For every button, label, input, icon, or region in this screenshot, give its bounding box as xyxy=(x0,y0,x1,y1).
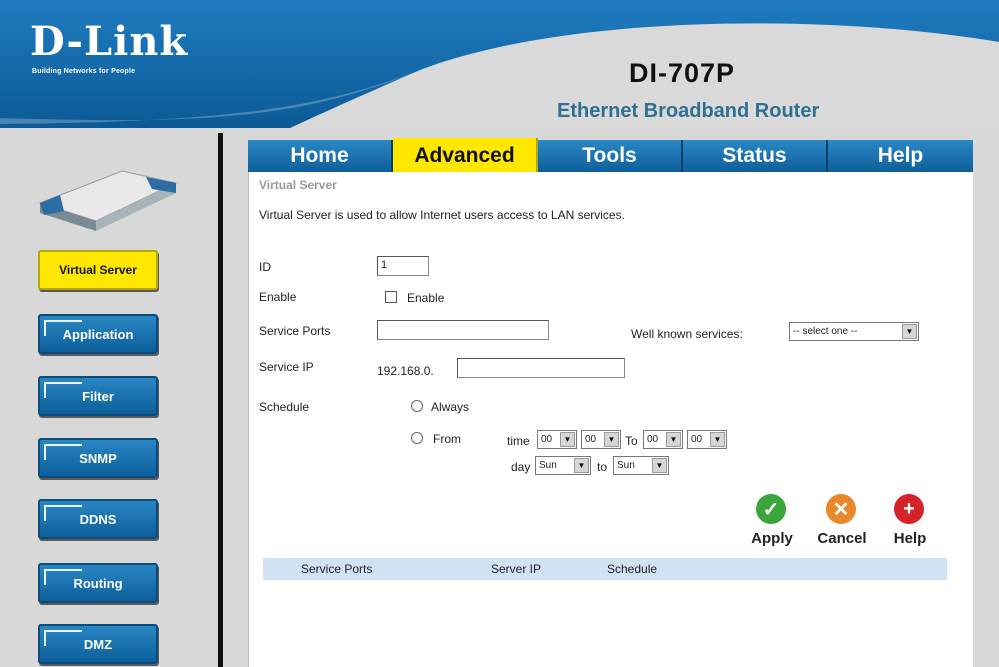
service-ip-prefix: 192.168.0. xyxy=(377,364,434,378)
cancel-button[interactable]: ✕ Cancel xyxy=(815,494,869,554)
time-to-hour-value: 00 xyxy=(647,434,659,445)
tab-help[interactable]: Help xyxy=(828,140,973,172)
column-header-schedule: Schedule xyxy=(607,562,658,576)
day-label: day xyxy=(511,460,531,474)
time-to-min-select[interactable]: 00 ▼ xyxy=(687,430,727,449)
time-to-hour-select[interactable]: 00 ▼ xyxy=(643,430,683,449)
well-known-services-label: Well known services: xyxy=(631,327,743,341)
column-header-service-ports: Service Ports xyxy=(301,562,373,576)
tab-home[interactable]: Home xyxy=(248,140,393,172)
sidebar-item-virtual-server[interactable]: Virtual Server xyxy=(38,250,158,290)
day-from-value: Sun xyxy=(539,460,557,471)
time-to-min-value: 00 xyxy=(691,434,703,445)
well-known-services-value: -- select one -- xyxy=(793,326,858,337)
time-from-min-value: 00 xyxy=(585,434,597,445)
time-label: time xyxy=(507,434,530,448)
sidebar-item-application[interactable]: Application xyxy=(38,314,158,354)
cancel-label: Cancel xyxy=(817,530,867,547)
id-label: ID xyxy=(259,260,271,274)
model-subtitle: Ethernet Broadband Router xyxy=(557,100,820,122)
tab-advanced[interactable]: Advanced xyxy=(393,138,538,174)
schedule-from-label: From xyxy=(433,432,461,446)
sidebar-item-dmz[interactable]: DMZ xyxy=(38,624,158,664)
sidebar-item-label: SNMP xyxy=(79,450,117,466)
apply-button[interactable]: ✓ Apply xyxy=(745,494,799,554)
schedule-always-label: Always xyxy=(431,400,470,414)
day-from-select[interactable]: Sun ▼ xyxy=(535,456,591,475)
sidebar-item-ddns[interactable]: DDNS xyxy=(38,499,158,539)
enable-checkbox-label: Enable xyxy=(407,291,445,305)
logo-tagline: Building Networks for People xyxy=(32,68,136,75)
schedule-always-radio[interactable] xyxy=(411,400,423,412)
virtual-server-table-header: Service Ports Server IP Schedule xyxy=(263,558,947,580)
schedule-label: Schedule xyxy=(259,400,310,414)
tab-tools[interactable]: Tools xyxy=(538,140,683,172)
column-header-server-ip: Server IP xyxy=(491,562,542,576)
chevron-down-icon: ▼ xyxy=(574,458,589,473)
sidebar-item-label: DMZ xyxy=(83,636,113,652)
sidebar-item-label: DDNS xyxy=(79,511,117,527)
tab-status[interactable]: Status xyxy=(683,140,828,172)
sidebar-item-filter[interactable]: Filter xyxy=(38,376,158,416)
service-ports-label: Service Ports xyxy=(259,324,331,338)
main-tabs: Home Advanced Tools Status Help xyxy=(248,138,973,174)
content-panel: Virtual Server Virtual Server is used to… xyxy=(248,172,973,667)
vertical-divider xyxy=(218,133,223,667)
service-ip-label: Service IP xyxy=(259,360,314,374)
enable-label: Enable xyxy=(259,290,297,304)
chevron-down-icon: ▼ xyxy=(604,432,619,447)
time-from-min-select[interactable]: 00 ▼ xyxy=(581,430,621,449)
well-known-services-select[interactable]: -- select one -- ▼ xyxy=(789,322,919,341)
day-to-label: to xyxy=(597,460,608,474)
time-to-label: To xyxy=(625,434,638,448)
sidebar-item-label: Filter xyxy=(82,388,114,404)
model-name: DI-707P xyxy=(629,58,736,88)
help-plus-icon: + xyxy=(894,494,924,524)
day-to-value: Sun xyxy=(617,460,635,471)
apply-label: Apply xyxy=(751,530,793,547)
cancel-x-icon: ✕ xyxy=(826,494,856,524)
service-ip-field[interactable] xyxy=(457,358,625,378)
chevron-down-icon: ▼ xyxy=(652,458,667,473)
enable-checkbox[interactable] xyxy=(385,291,397,303)
section-description: Virtual Server is used to allow Internet… xyxy=(259,208,625,222)
chevron-down-icon: ▼ xyxy=(560,432,575,447)
sidebar-item-label: Virtual Server xyxy=(59,263,137,277)
apply-check-icon: ✓ xyxy=(756,494,786,524)
chevron-down-icon: ▼ xyxy=(666,432,681,447)
service-ports-field[interactable] xyxy=(377,320,549,340)
chevron-down-icon: ▼ xyxy=(710,432,725,447)
sidebar-item-snmp[interactable]: SNMP xyxy=(38,438,158,478)
time-from-hour-select[interactable]: 00 ▼ xyxy=(537,430,577,449)
sidebar-item-label: Application xyxy=(62,326,134,342)
id-field[interactable]: 1 xyxy=(377,256,429,276)
day-to-select[interactable]: Sun ▼ xyxy=(613,456,669,475)
chevron-down-icon: ▼ xyxy=(902,324,917,339)
help-label: Help xyxy=(893,530,927,547)
section-title: Virtual Server xyxy=(259,178,337,192)
sidebar-item-label: Routing xyxy=(73,575,123,591)
router-device-image xyxy=(38,170,178,231)
schedule-from-radio[interactable] xyxy=(411,432,423,444)
help-button[interactable]: + Help xyxy=(883,494,937,554)
dlink-logo: D-Link xyxy=(30,18,189,65)
time-from-hour-value: 00 xyxy=(541,434,553,445)
page-header: D-Link Building Networks for People DI-7… xyxy=(0,0,999,128)
sidebar-item-routing[interactable]: Routing xyxy=(38,563,158,603)
